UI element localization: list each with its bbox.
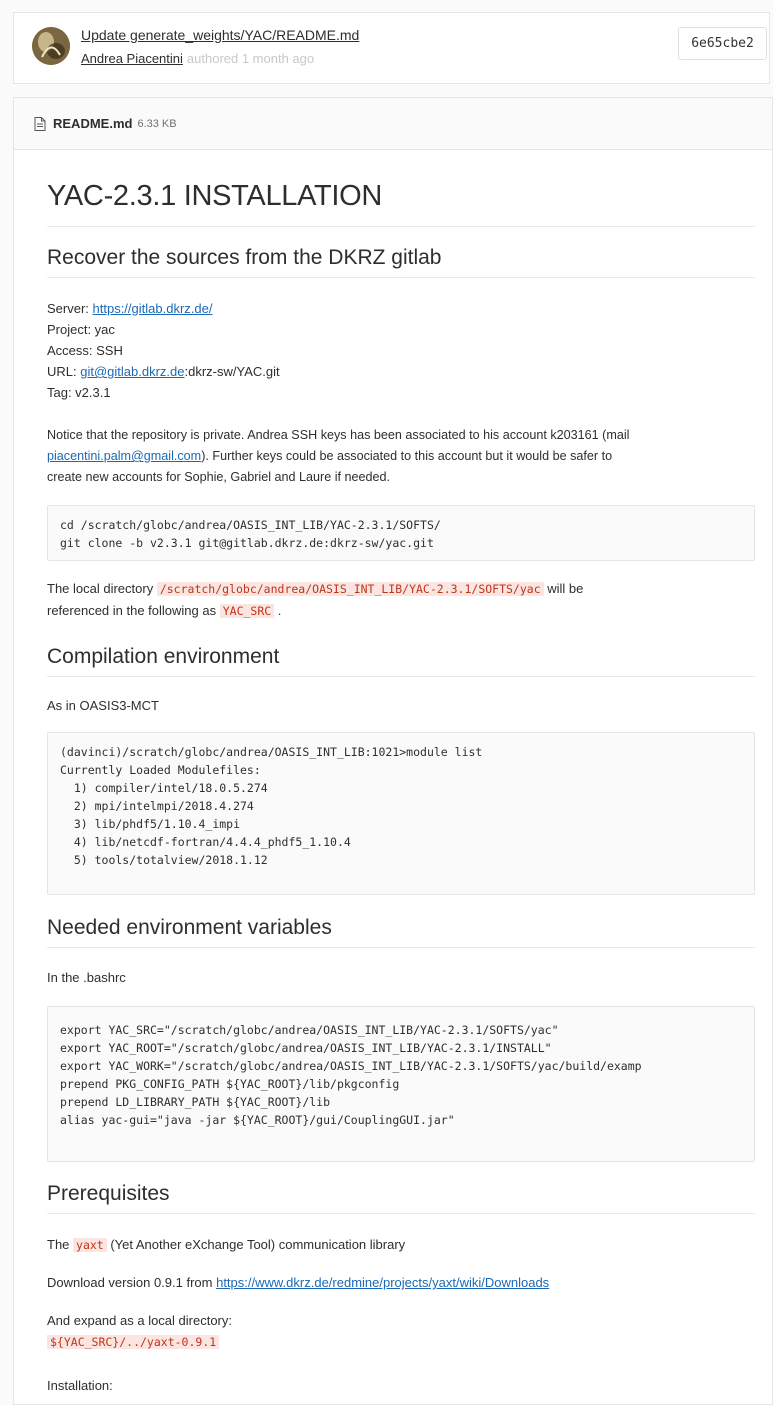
file-icon bbox=[34, 116, 46, 131]
notice-line-2: piacentini.palm@gmail.com). Further keys… bbox=[47, 446, 755, 467]
expand-paragraph: And expand as a local directory: ${YAC_S… bbox=[47, 1310, 755, 1353]
file-panel: README.md 6.33 KB YAC-2.3.1 INSTALLATION… bbox=[13, 97, 773, 1405]
local-dir-code: /scratch/globc/andrea/OASIS_INT_LIB/YAC-… bbox=[156, 582, 544, 596]
installation-text: Installation: bbox=[47, 1378, 113, 1393]
bashrc-text: In the .bashrc bbox=[47, 970, 126, 985]
h2-divider bbox=[47, 277, 755, 278]
yac-src-code: YAC_SRC bbox=[219, 604, 275, 618]
yaxt-code: yaxt bbox=[73, 1238, 107, 1252]
ref-text-2: . bbox=[274, 603, 282, 618]
server-line: Server: https://gitlab.dkrz.de/ bbox=[47, 298, 755, 319]
commit-bar: Update generate_weights/YAC/README.md An… bbox=[13, 12, 770, 84]
commit-meta: Andrea Piacentini authored 1 month ago bbox=[81, 51, 314, 66]
notice-paragraph: Notice that the repository is private. A… bbox=[47, 425, 755, 488]
commit-time: authored 1 month ago bbox=[186, 51, 315, 66]
project-line: Project: yac bbox=[47, 322, 115, 337]
notice-line-2-text: ). Further keys could be associated to t… bbox=[201, 449, 613, 463]
local-dir-text-1: The local directory bbox=[47, 581, 157, 596]
heading-compilation-environment: Compilation environment bbox=[47, 645, 280, 668]
h2-divider bbox=[47, 676, 755, 677]
heading-environment-variables: Needed environment variables bbox=[47, 916, 332, 939]
url-rest: :dkrz-sw/YAC.git bbox=[184, 364, 280, 379]
code-block-modules: (davinci)/scratch/globc/andrea/OASIS_INT… bbox=[47, 732, 755, 895]
url-email-link[interactable]: git@gitlab.dkrz.de bbox=[80, 364, 184, 379]
source-details: Server: https://gitlab.dkrz.de/ Project:… bbox=[47, 298, 755, 403]
yaxt-dir-code: ${YAC_SRC}/../yaxt-0.9.1 bbox=[47, 1335, 220, 1349]
tag-line: Tag: v2.3.1 bbox=[47, 385, 111, 400]
download-paragraph: Download version 0.9.1 from https://www.… bbox=[47, 1272, 755, 1293]
url-label: URL: bbox=[47, 364, 81, 379]
expand-code-line: ${YAC_SRC}/../yaxt-0.9.1 bbox=[47, 1331, 755, 1353]
h2-divider bbox=[47, 1213, 755, 1214]
file-name[interactable]: README.md bbox=[53, 116, 132, 131]
server-link[interactable]: https://gitlab.dkrz.de/ bbox=[93, 301, 213, 316]
notice-line-3: create new accounts for Sophie, Gabriel … bbox=[47, 470, 391, 484]
local-dir-paragraph: The local directory /scratch/globc/andre… bbox=[47, 578, 755, 622]
file-header: README.md 6.33 KB bbox=[14, 98, 772, 150]
compilation-text: As in OASIS3-MCT bbox=[47, 698, 159, 713]
doc-title: YAC-2.3.1 INSTALLATION bbox=[47, 180, 383, 212]
server-label: Server: bbox=[47, 301, 93, 316]
author-avatar[interactable] bbox=[32, 27, 70, 65]
yaxt-text-1: The bbox=[47, 1237, 74, 1252]
expand-text: And expand as a local directory: bbox=[47, 1313, 232, 1328]
h2-divider bbox=[47, 947, 755, 948]
local-dir-text-2: will be bbox=[543, 581, 584, 596]
commit-author-link[interactable]: Andrea Piacentini bbox=[81, 51, 183, 66]
download-text: Download version 0.9.1 from bbox=[47, 1275, 217, 1290]
notice-line-1: Notice that the repository is private. A… bbox=[47, 428, 630, 442]
avatar-image bbox=[32, 27, 70, 65]
ref-text-1: referenced in the following as bbox=[47, 603, 220, 618]
h1-divider bbox=[47, 226, 755, 227]
local-dir-line-2: referenced in the following as YAC_SRC . bbox=[47, 600, 755, 622]
file-size: 6.33 KB bbox=[137, 117, 177, 130]
email-link[interactable]: piacentini.palm@gmail.com bbox=[47, 449, 201, 463]
url-line: URL: git@gitlab.dkrz.de:dkrz-sw/YAC.git bbox=[47, 361, 755, 382]
commit-sha-button[interactable]: 6e65cbe2 bbox=[678, 27, 767, 60]
yaxt-paragraph: The yaxt (Yet Another eXchange Tool) com… bbox=[47, 1234, 755, 1256]
local-dir-line-1: The local directory /scratch/globc/andre… bbox=[47, 578, 755, 600]
heading-prerequisites: Prerequisites bbox=[47, 1182, 170, 1205]
code-block-env: export YAC_SRC="/scratch/globc/andrea/OA… bbox=[47, 1006, 755, 1162]
access-line: Access: SSH bbox=[47, 343, 123, 358]
code-block-clone: cd /scratch/globc/andrea/OASIS_INT_LIB/Y… bbox=[47, 505, 755, 561]
yaxt-download-link[interactable]: https://www.dkrz.de/redmine/projects/yax… bbox=[216, 1275, 549, 1290]
heading-recover-sources: Recover the sources from the DKRZ gitlab bbox=[47, 246, 442, 269]
yaxt-text-2: (Yet Another eXchange Tool) communicatio… bbox=[106, 1237, 406, 1252]
commit-title-link[interactable]: Update generate_weights/YAC/README.md bbox=[81, 27, 359, 43]
